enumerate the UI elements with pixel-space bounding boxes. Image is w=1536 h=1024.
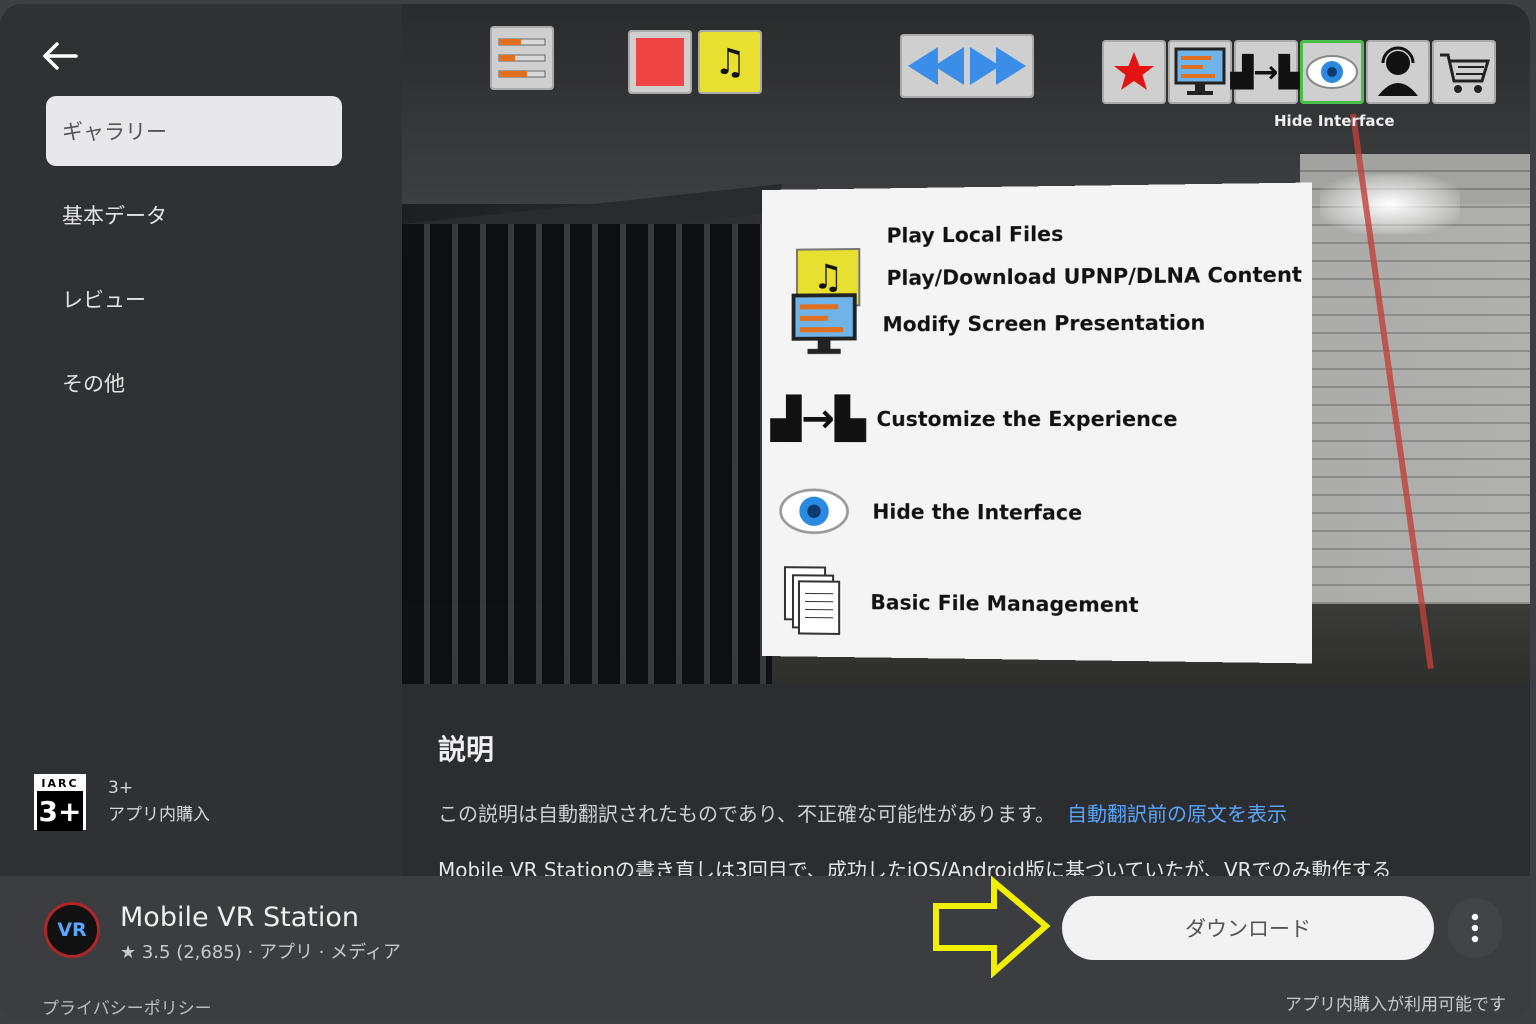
vr-skip-buttons xyxy=(900,34,1034,98)
show-original-link[interactable]: 自動翻訳前の原文を表示 xyxy=(1067,802,1287,826)
file-management-label: Basic File Management xyxy=(870,590,1139,618)
vr-menu-item: Basic File Management xyxy=(776,568,1139,639)
vr-favorite-button xyxy=(1102,40,1166,104)
app-icon: VR xyxy=(44,902,100,958)
sidebar-item-reviews[interactable]: レビュー xyxy=(46,264,342,334)
eye-icon xyxy=(778,478,850,545)
back-button[interactable] xyxy=(36,34,84,78)
in-app-purchase-label: アプリ内購入 xyxy=(108,805,210,825)
app-name: Mobile VR Station xyxy=(120,902,359,933)
sidebar: ギャラリー 基本データ レビュー その他 IARC 3+ 3+ アプリ内購入 xyxy=(0,4,402,876)
vr-customize-button: ▟→▙ xyxy=(1230,40,1302,104)
vr-store-button xyxy=(1432,40,1496,104)
iap-availability-note: アプリ内購入が利用可能です xyxy=(1285,995,1506,1015)
monitor-sliders-icon xyxy=(788,291,860,358)
customize-experience-label: Customize the Experience xyxy=(876,406,1178,432)
rewind-forward-icon xyxy=(908,47,1026,85)
app-meta: ★ 3.5 (2,685) · アプリ · メディア xyxy=(120,942,401,963)
description-section: 説明 この説明は自動翻訳されたものであり、不正確な可能性があります。 自動翻訳前の… xyxy=(438,728,1498,882)
vr-hide-interface-button xyxy=(1300,40,1364,104)
bottom-bar: VR Mobile VR Station ★ 3.5 (2,685) · アプリ… xyxy=(0,876,1530,1020)
vr-menu-panel: ♫ Play Local Files Play/Download UPNP/DL… xyxy=(762,182,1312,664)
vr-support-button xyxy=(1366,40,1430,104)
sidebar-item-basic-data[interactable]: 基本データ xyxy=(46,180,342,250)
vr-menu-item: Modify Screen Presentation xyxy=(788,289,1205,358)
music-note-icon: ♫ xyxy=(713,41,747,83)
back-arrow-icon xyxy=(43,42,78,70)
play-local-files-label: Play Local Files xyxy=(886,221,1064,248)
more-vertical-icon xyxy=(1471,913,1479,943)
monitor-sliders-icon xyxy=(1174,47,1226,95)
headset-user-icon xyxy=(1378,46,1418,96)
stop-square-icon xyxy=(636,38,684,86)
play-dlna-label: Play/Download UPNP/DLNA Content xyxy=(886,262,1303,291)
vr-menu-item: Hide the Interface xyxy=(778,478,1082,546)
app-icon-text: VR xyxy=(57,918,87,941)
age-rating-label: 3+ xyxy=(108,778,134,798)
hide-interface-label: Hide the Interface xyxy=(872,499,1083,525)
description-title: 説明 xyxy=(438,733,495,766)
gallery-screenshot[interactable]: ♫ ▟→▙ Hide Interface ♫ Play Local Files … xyxy=(402,4,1530,684)
sliders-icon xyxy=(498,38,546,78)
age-rating: IARC 3+ 3+ アプリ内購入 xyxy=(34,774,210,831)
vr-screen-button xyxy=(1168,40,1232,104)
swap-icon: ▟→▙ xyxy=(1230,54,1302,90)
privacy-policy-link[interactable]: プライバシーポリシー xyxy=(42,994,212,1019)
iarc-badge-icon: IARC 3+ xyxy=(34,774,86,831)
eye-icon xyxy=(1306,55,1358,89)
vr-sliders-button xyxy=(490,26,554,90)
swap-icon: ▟→▙ xyxy=(770,395,866,443)
hide-interface-tooltip: Hide Interface xyxy=(1274,112,1395,130)
more-options-button[interactable] xyxy=(1448,898,1502,958)
download-button[interactable]: ダウンロード xyxy=(1062,896,1434,960)
vr-stop-button xyxy=(628,30,692,94)
modify-screen-label: Modify Screen Presentation xyxy=(882,310,1206,337)
sidebar-item-other[interactable]: その他 xyxy=(46,348,342,418)
iarc-badge-number: 3+ xyxy=(37,793,83,831)
vr-music-button: ♫ xyxy=(698,30,762,94)
gate-background xyxy=(402,224,772,684)
document-icon xyxy=(776,568,848,635)
vr-menu-item: ▟→▙ Customize the Experience xyxy=(770,385,1178,453)
app-store-window: ギャラリー 基本データ レビュー その他 IARC 3+ 3+ アプリ内購入 ♫… xyxy=(0,4,1530,1020)
cart-icon xyxy=(1440,53,1490,93)
star-icon xyxy=(1114,52,1154,90)
iarc-badge-top: IARC xyxy=(37,777,83,793)
annotation-arrow-icon xyxy=(933,876,1051,978)
translation-note: この説明は自動翻訳されたものであり、不正確な可能性があります。 xyxy=(438,802,1055,826)
sidebar-item-gallery[interactable]: ギャラリー xyxy=(46,96,342,166)
